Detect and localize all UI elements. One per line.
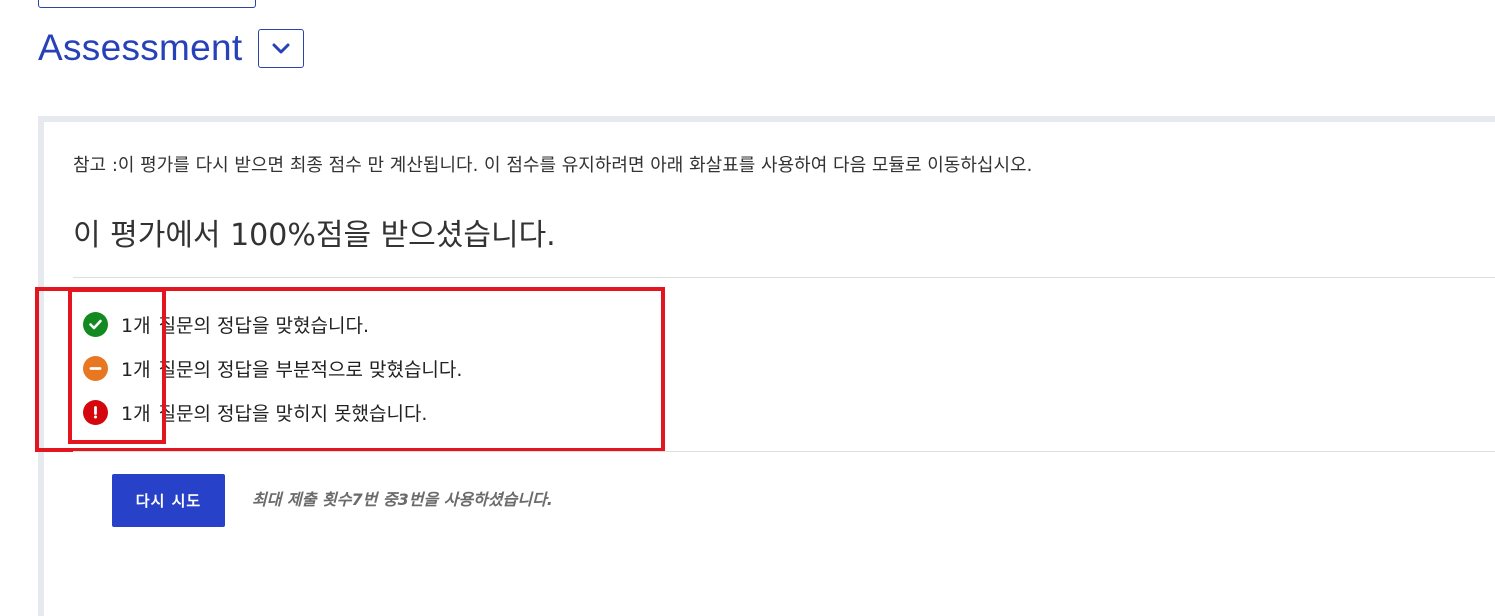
result-count: 1개 <box>121 314 151 337</box>
result-partial: 1개 질문의 정답을 부분적으로 맞혔습니다. <box>83 346 462 390</box>
page-title: Assessment <box>38 27 243 68</box>
result-text: 질문의 정답을 맞히지 못했습니다. <box>158 402 428 425</box>
score-message: 이 평가에서 100%점을 받으셨습니다. <box>73 218 556 253</box>
assessment-note: 참고 :이 평가를 다시 받으면 최종 점수 만 계산됩니다. 이 점수를 유지… <box>73 155 1033 176</box>
top-cutoff-button[interactable] <box>38 0 256 8</box>
result-text: 질문의 정답을 부분적으로 맞혔습니다. <box>158 358 463 381</box>
exclamation-circle-icon <box>83 399 108 425</box>
divider <box>73 277 1495 278</box>
section-toggle-button[interactable] <box>258 29 304 68</box>
minus-circle-icon <box>83 355 108 381</box>
retry-button[interactable]: 다시 시도 <box>112 474 225 527</box>
result-correct: 1개 질문의 정답을 맞혔습니다. <box>83 302 462 346</box>
result-count: 1개 <box>121 358 151 381</box>
chevron-down-icon <box>272 43 290 55</box>
divider <box>73 451 1495 452</box>
results-list: 1개 질문의 정답을 맞혔습니다. 1개 질문의 정답을 부분적으로 맞혔습니다… <box>83 302 462 434</box>
check-circle-icon <box>83 311 108 337</box>
result-incorrect: 1개 질문의 정답을 맞히지 못했습니다. <box>83 390 462 434</box>
result-text: 질문의 정답을 맞혔습니다. <box>158 314 369 337</box>
result-count: 1개 <box>121 402 151 425</box>
attempts-info: 최대 제출 횟수7번 중3번을 사용하셨습니다. <box>252 490 553 509</box>
